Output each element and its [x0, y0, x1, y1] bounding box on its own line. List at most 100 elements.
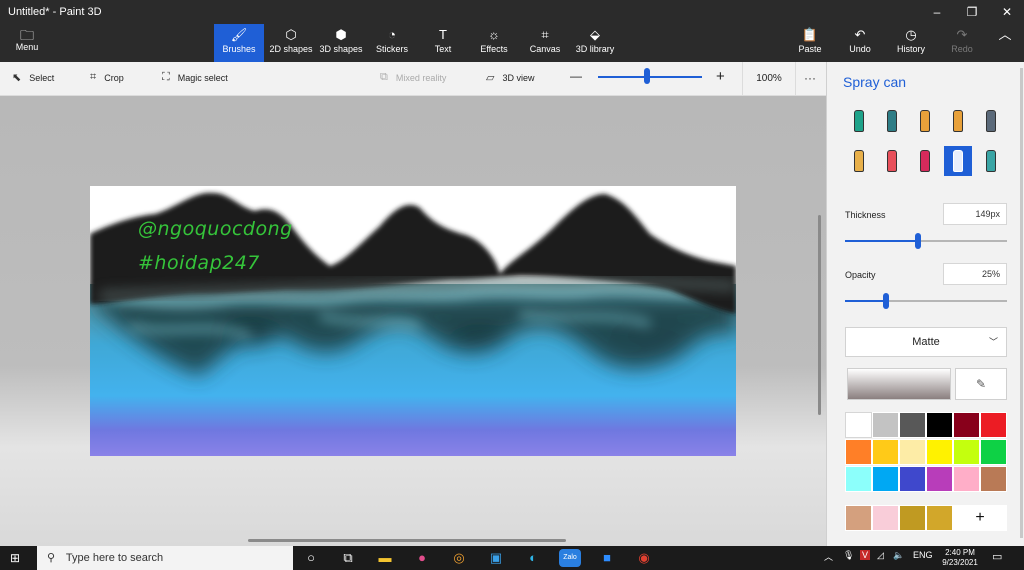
- color-swatch[interactable]: [953, 412, 980, 438]
- action-label: Paste: [798, 44, 822, 54]
- color-swatch[interactable]: [926, 505, 953, 531]
- pixel-pen-brush-button[interactable]: [977, 106, 1005, 136]
- thickness-input[interactable]: 149px: [943, 203, 1007, 225]
- color-swatch[interactable]: [872, 466, 899, 492]
- chevron-down-icon: ﹀: [988, 337, 998, 347]
- action-label: History: [896, 44, 925, 54]
- photos-icon[interactable]: ▣: [485, 549, 507, 567]
- clock[interactable]: 2:40 PM 9/23/2021: [936, 548, 984, 568]
- volume-icon[interactable]: 🔈: [893, 550, 904, 561]
- cortana-icon[interactable]: ○: [300, 549, 322, 567]
- color-swatch[interactable]: [845, 466, 872, 492]
- spray-can-brush-button[interactable]: [944, 146, 972, 176]
- marker-brush-button[interactable]: [845, 106, 873, 136]
- color-swatch[interactable]: [926, 412, 953, 438]
- maximize-button[interactable]: ❐: [955, 2, 989, 22]
- zoom-slider[interactable]: [598, 76, 702, 78]
- watercolor-brush-button[interactable]: [944, 106, 972, 136]
- current-color-swatch[interactable]: [847, 368, 951, 400]
- chrome-icon[interactable]: ◉: [633, 549, 655, 567]
- zoom-level[interactable]: 100%: [742, 62, 796, 96]
- 2d-shapes-icon: ⬡: [285, 27, 297, 42]
- color-swatch[interactable]: [872, 505, 899, 531]
- task-view-icon[interactable]: ⧉: [337, 549, 359, 567]
- more-options-button[interactable]: ···: [800, 62, 820, 96]
- horizontal-scrollbar[interactable]: [248, 539, 566, 542]
- zoom-in-button[interactable]: +: [716, 68, 725, 85]
- color-swatch[interactable]: [872, 412, 899, 438]
- finish-dropdown[interactable]: Matte ﹀: [845, 327, 1007, 357]
- eyedropper-button[interactable]: ✎: [955, 368, 1007, 400]
- network-icon[interactable]: ◿: [877, 550, 884, 561]
- magic-select-button[interactable]: ⛶ Magic select: [162, 71, 228, 84]
- unikey-icon[interactable]: V: [860, 550, 871, 560]
- tool-3d-shapes[interactable]: ⬢ 3D shapes: [318, 24, 364, 62]
- file-explorer-icon[interactable]: ▬: [374, 549, 396, 567]
- collapse-ribbon-button[interactable]: ︿: [994, 24, 1016, 62]
- redo-button[interactable]: ↷ Redo: [946, 24, 978, 62]
- menu-button[interactable]: 🗀 Menu: [10, 28, 44, 58]
- crayon-brush-button[interactable]: [911, 146, 939, 176]
- color-swatch[interactable]: [872, 439, 899, 465]
- zalo-icon[interactable]: Zalo: [559, 549, 581, 567]
- select-button[interactable]: ⬉ Select: [12, 71, 54, 84]
- tray-overflow-button[interactable]: ︿: [824, 550, 833, 563]
- tool-effects[interactable]: ☼ Effects: [474, 24, 514, 62]
- color-swatch[interactable]: [899, 439, 926, 465]
- 3d-view-button[interactable]: ▱ 3D view: [486, 71, 534, 84]
- thickness-slider-thumb[interactable]: [914, 233, 921, 249]
- tool-stickers[interactable]: ◔ Stickers: [370, 24, 414, 62]
- color-swatch[interactable]: [980, 439, 1007, 465]
- drawing-canvas[interactable]: @ngoquocdong #hoidap247: [90, 186, 736, 456]
- minimize-button[interactable]: –: [920, 2, 954, 22]
- color-swatch[interactable]: [899, 412, 926, 438]
- history-button[interactable]: ◷ History: [894, 24, 928, 62]
- zoom-out-button[interactable]: —: [570, 69, 582, 83]
- media-icon[interactable]: ◎: [448, 549, 470, 567]
- microphone-icon[interactable]: 🎙: [843, 550, 854, 561]
- paste-button[interactable]: 📋 Paste: [792, 24, 828, 62]
- taskbar-search[interactable]: ⚲ Type here to search: [37, 546, 293, 570]
- fill-brush-button[interactable]: [977, 146, 1005, 176]
- color-swatch[interactable]: [845, 505, 872, 531]
- 3d-shapes-icon: ⬢: [335, 27, 347, 42]
- color-swatch[interactable]: [845, 412, 872, 438]
- vertical-scrollbar[interactable]: [818, 215, 821, 415]
- calligraphy-pen-brush-button[interactable]: [878, 106, 906, 136]
- notifications-icon[interactable]: ▭: [992, 550, 1002, 563]
- color-swatch[interactable]: [953, 466, 980, 492]
- tool-text[interactable]: T Text: [424, 24, 462, 62]
- calligraphy-pen-icon: [887, 110, 897, 132]
- color-swatch[interactable]: [980, 412, 1007, 438]
- edge-icon[interactable]: ◐: [522, 549, 544, 567]
- color-swatch[interactable]: [953, 439, 980, 465]
- color-swatch[interactable]: [899, 466, 926, 492]
- tool-brushes[interactable]: 🖌 Brushes: [214, 24, 264, 62]
- paste-icon: 📋: [801, 27, 819, 42]
- pencil-brush-button[interactable]: [845, 146, 873, 176]
- zoom-slider-thumb[interactable]: [643, 68, 650, 84]
- close-button[interactable]: ✕: [990, 2, 1024, 22]
- mixed-reality-label: Mixed reality: [395, 72, 447, 83]
- mixed-reality-button[interactable]: ⧉ Mixed reality: [380, 71, 446, 84]
- paint-drop-icon[interactable]: ●: [411, 549, 433, 567]
- eraser-brush-button[interactable]: [878, 146, 906, 176]
- color-swatch[interactable]: [926, 466, 953, 492]
- opacity-slider-thumb[interactable]: [882, 293, 889, 309]
- crop-button[interactable]: ⌗ Crop: [90, 71, 124, 84]
- language-indicator[interactable]: ENG: [913, 550, 933, 560]
- color-swatch[interactable]: [899, 505, 926, 531]
- zoom-icon[interactable]: ■: [596, 549, 618, 567]
- color-swatch[interactable]: [845, 439, 872, 465]
- color-swatch[interactable]: [926, 439, 953, 465]
- start-button[interactable]: ⊞: [10, 551, 20, 565]
- color-swatch[interactable]: [980, 466, 1007, 492]
- oil-brush-brush-button[interactable]: [911, 106, 939, 136]
- tool-2d-shapes[interactable]: ⬡ 2D shapes: [268, 24, 314, 62]
- tool-canvas[interactable]: ⌗ Canvas: [524, 24, 566, 62]
- panel-scrollbar[interactable]: [1020, 68, 1023, 538]
- undo-button[interactable]: ↶ Undo: [844, 24, 876, 62]
- add-color-button[interactable]: +: [953, 505, 1007, 531]
- opacity-input[interactable]: 25%: [943, 263, 1007, 285]
- tool-3d-library[interactable]: ⬙ 3D library: [572, 24, 618, 62]
